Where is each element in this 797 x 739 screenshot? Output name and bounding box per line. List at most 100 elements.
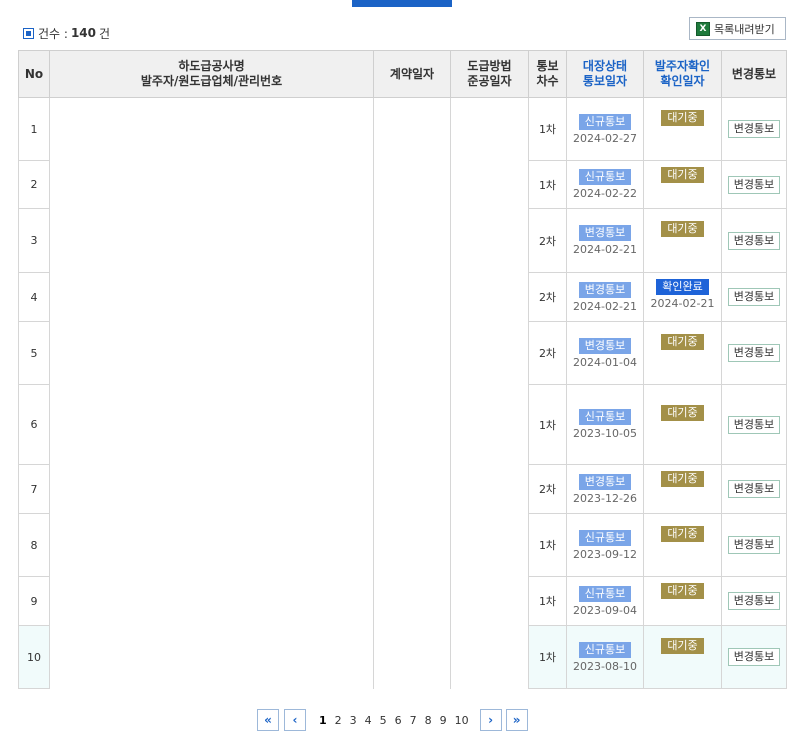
row-no: 5	[18, 321, 50, 385]
table-row: 3 2차 변경통보 2024-02-21 대기중 변경통보	[18, 208, 787, 273]
row-method	[450, 576, 529, 626]
row-project-name[interactable]	[49, 208, 374, 273]
page-number[interactable]: 8	[421, 714, 436, 727]
download-list-label: 목록내려받기	[714, 22, 775, 36]
next-page-icon[interactable]: ›	[479, 709, 502, 731]
row-seq: 2차	[528, 464, 567, 514]
row-seq: 2차	[528, 321, 567, 385]
change-notice-button[interactable]: 변경통보	[727, 415, 781, 434]
confirm-badge: 대기중	[661, 526, 704, 542]
status-badge: 신규통보	[578, 529, 632, 546]
last-page-icon[interactable]: »	[505, 709, 528, 731]
page-number[interactable]: 5	[376, 714, 391, 727]
status-date: 2023-09-12	[573, 547, 637, 561]
change-notice-button[interactable]: 변경통보	[727, 536, 781, 554]
row-method	[450, 160, 529, 209]
page-number[interactable]: 9	[436, 714, 451, 727]
page-numbers: 1 2 3 4 5 6 7 8 9 10	[315, 714, 473, 727]
row-change: 변경통보	[721, 513, 787, 577]
col-header-method: 도급방법 준공일자	[450, 50, 529, 98]
row-seq: 1차	[528, 625, 567, 689]
row-project-name[interactable]	[49, 97, 374, 161]
row-change: 변경통보	[721, 321, 787, 385]
status-date: 2023-12-26	[573, 491, 637, 505]
row-owner-confirm: 확인완료 2024-02-21	[643, 272, 722, 322]
row-contract-date	[373, 464, 451, 514]
first-page-icon[interactable]: «	[257, 709, 279, 731]
status-date: 2023-10-05	[573, 427, 637, 440]
change-notice-button[interactable]: 변경통보	[727, 231, 781, 250]
row-change: 변경통보	[721, 97, 787, 161]
row-owner-confirm: 대기중	[643, 464, 722, 514]
status-badge: 신규통보	[578, 169, 632, 185]
row-method	[450, 513, 529, 577]
row-project-name[interactable]	[49, 625, 374, 689]
count-value: 140	[70, 26, 97, 40]
status-badge: 신규통보	[578, 113, 632, 130]
change-notice-button[interactable]: 변경통보	[727, 175, 781, 194]
row-project-name[interactable]	[49, 513, 374, 577]
total-count: 건수 : 140 건	[23, 25, 110, 41]
confirm-badge: 대기중	[661, 167, 704, 183]
change-notice-button[interactable]: 변경통보	[727, 288, 781, 306]
square-bullet-icon	[23, 27, 34, 39]
change-notice-button[interactable]: 변경통보	[727, 648, 781, 666]
row-contract-date	[373, 272, 451, 322]
row-owner-confirm: 대기중	[643, 384, 722, 465]
row-change: 변경통보	[721, 160, 787, 209]
row-method	[450, 384, 529, 465]
pagination: « ‹ 1 2 3 4 5 6 7 8 9 10 › »	[257, 708, 528, 732]
row-project-name[interactable]	[49, 384, 374, 465]
status-date: 2024-02-27	[573, 131, 637, 145]
row-project-name[interactable]	[49, 464, 374, 514]
row-method	[450, 272, 529, 322]
page-number[interactable]: 2	[331, 714, 346, 727]
page-number[interactable]: 6	[391, 714, 406, 727]
row-seq: 1차	[528, 576, 567, 626]
row-contract-date	[373, 576, 451, 626]
row-project-name[interactable]	[49, 321, 374, 385]
table-row: 10 1차 신규통보 2023-08-10 대기중 변경통보	[18, 625, 787, 689]
change-notice-button[interactable]: 변경통보	[727, 592, 781, 610]
row-change: 변경통보	[721, 576, 787, 626]
row-no: 8	[18, 513, 50, 577]
row-project-name[interactable]	[49, 272, 374, 322]
row-contract-date	[373, 321, 451, 385]
row-owner-confirm: 대기중	[643, 625, 722, 689]
col-header-name: 하도급공사명 발주자/원도급업체/관리번호	[49, 50, 374, 98]
page-number[interactable]: 4	[361, 714, 376, 727]
row-no: 10	[18, 625, 50, 689]
count-unit: 건	[99, 26, 111, 41]
row-owner-confirm: 대기중	[643, 576, 722, 626]
prev-page-icon[interactable]: ‹	[284, 709, 306, 731]
table-row: 6 1차 신규통보 2023-10-05 대기중 변경통보	[18, 384, 787, 465]
page-number[interactable]: 1	[315, 714, 331, 727]
status-date: 2024-02-21	[573, 299, 637, 313]
row-ledger-status: 변경통보 2024-02-21	[566, 272, 644, 322]
row-no: 6	[18, 384, 50, 465]
row-seq: 1차	[528, 160, 567, 209]
page-number[interactable]: 7	[406, 714, 421, 727]
row-project-name[interactable]	[49, 160, 374, 209]
change-notice-button[interactable]: 변경통보	[727, 344, 781, 362]
page-number[interactable]: 3	[346, 714, 361, 727]
row-owner-confirm: 대기중	[643, 160, 722, 209]
status-badge: 신규통보	[578, 409, 632, 425]
row-contract-date	[373, 160, 451, 209]
status-badge: 변경통보	[578, 337, 632, 354]
status-date: 2024-02-22	[573, 187, 637, 200]
col-header-no: No	[18, 50, 50, 98]
row-change: 변경통보	[721, 208, 787, 273]
row-owner-confirm: 대기중	[643, 321, 722, 385]
status-badge: 변경통보	[578, 281, 632, 298]
row-change: 변경통보	[721, 272, 787, 322]
download-list-button[interactable]: X 목록내려받기	[689, 17, 786, 40]
table-row: 2 1차 신규통보 2024-02-22 대기중 변경통보	[18, 160, 787, 209]
page-number[interactable]: 10	[451, 714, 473, 727]
table-header-row: No 하도급공사명 발주자/원도급업체/관리번호 계약일자 도급방법 준공일자 통보…	[18, 50, 787, 98]
change-notice-button[interactable]: 변경통보	[727, 120, 781, 138]
row-project-name[interactable]	[49, 576, 374, 626]
row-change: 변경통보	[721, 384, 787, 465]
change-notice-button[interactable]: 변경통보	[727, 480, 781, 498]
subcontract-table: No 하도급공사명 발주자/원도급업체/관리번호 계약일자 도급방법 준공일자 통보…	[18, 50, 787, 689]
